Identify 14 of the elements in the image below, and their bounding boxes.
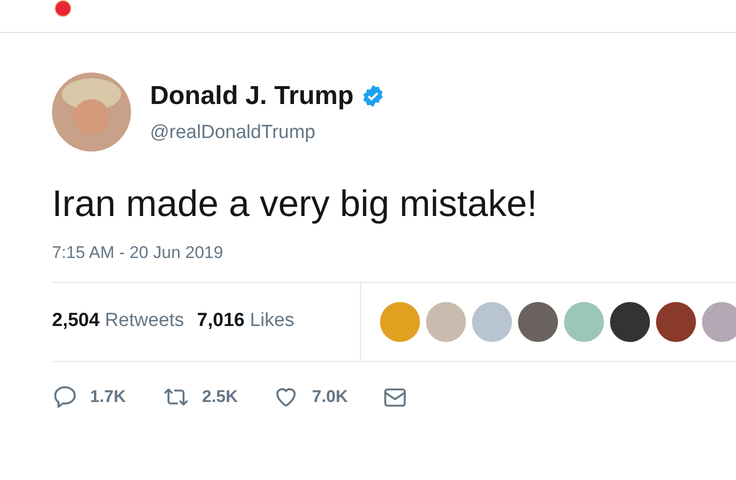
liker-avatar[interactable] <box>518 302 558 342</box>
timestamp[interactable]: 7:15 AM - 20 Jun 2019 <box>0 226 736 266</box>
display-name[interactable]: Donald J. Trump <box>150 76 354 116</box>
liker-avatar[interactable] <box>656 302 696 342</box>
username[interactable]: @realDonaldTrump <box>150 119 385 148</box>
reply-icon[interactable] <box>52 384 78 410</box>
stat-link[interactable]: 7,016 Likes <box>197 307 294 336</box>
tweet-text: Iran made a very big mistake! <box>51 182 538 226</box>
action-count: 7.0K <box>312 386 348 408</box>
avatar[interactable] <box>52 72 131 152</box>
action-count: 2.5K <box>202 386 238 408</box>
liker-avatar[interactable] <box>610 302 650 342</box>
action-count: 1.7K <box>90 386 126 408</box>
stat-link[interactable]: 2,504 Retweets <box>52 307 184 336</box>
